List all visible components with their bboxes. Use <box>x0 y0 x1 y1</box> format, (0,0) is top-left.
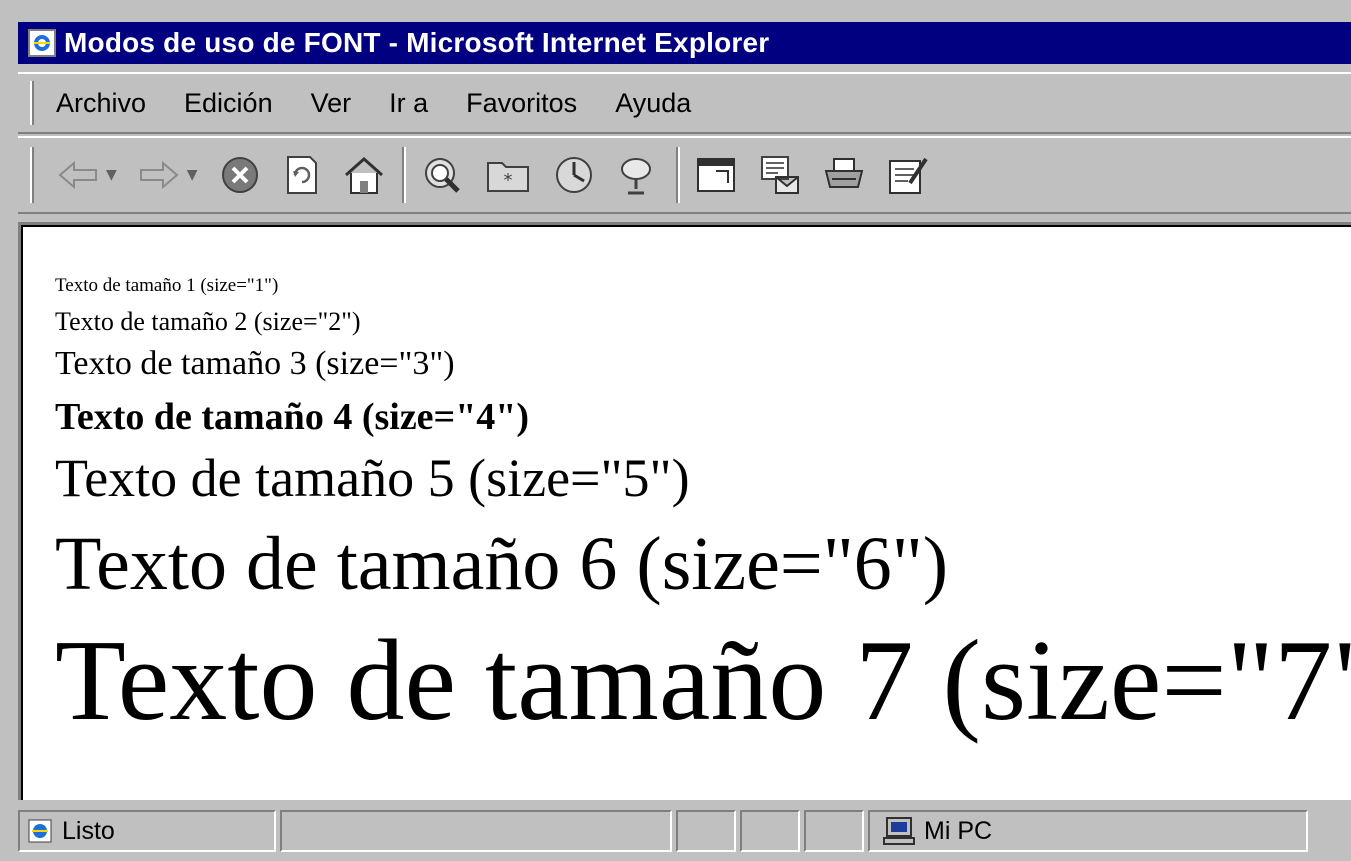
document-view[interactable]: Texto de tamaño 1 (size="1") Texto de ta… <box>18 222 1351 800</box>
favorites-button[interactable]: * <box>480 144 536 206</box>
title-bar[interactable]: Modos de uso de FONT - Microsoft Interne… <box>18 22 1351 64</box>
menu-favoritos[interactable]: Favoritos <box>462 84 581 123</box>
security-zone-panel[interactable]: Mi PC <box>868 810 1308 852</box>
edit-icon <box>888 157 928 194</box>
font-size-7-text: Texto de tamaño 7 (size="7") <box>55 617 1351 745</box>
search-button[interactable] <box>416 144 468 206</box>
mail-icon <box>760 156 799 194</box>
menu-edicion[interactable]: Edición <box>180 84 277 123</box>
svg-text:*: * <box>503 170 512 191</box>
channels-button[interactable] <box>612 144 664 206</box>
history-icon <box>555 157 592 193</box>
toolbar-separator <box>675 147 680 203</box>
stop-button[interactable] <box>214 144 266 206</box>
favorites-folder-icon: * <box>486 162 529 192</box>
search-icon <box>424 158 460 193</box>
forward-dropdown-icon[interactable]: ▼ <box>187 167 198 183</box>
window-title: Modos de uso de FONT - Microsoft Interne… <box>64 27 770 58</box>
fullscreen-button[interactable] <box>690 144 742 206</box>
forward-arrow-icon <box>139 160 179 190</box>
toolbar-separator <box>401 147 406 203</box>
progress-panel <box>280 810 672 852</box>
status-panel-empty <box>676 810 736 852</box>
refresh-icon <box>286 156 317 194</box>
back-dropdown-icon[interactable]: ▼ <box>106 167 117 183</box>
menu-ver[interactable]: Ver <box>307 84 356 123</box>
standard-toolbar: ▼ ▼ * <box>18 136 1351 214</box>
back-button[interactable]: ▼ <box>52 144 121 206</box>
font-size-4-text: Texto de tamaño 4 (size="4") <box>55 396 530 438</box>
status-text-panel: Listo <box>18 810 276 852</box>
font-size-2-text: Texto de tamaño 2 (size="2") <box>55 307 361 336</box>
history-button[interactable] <box>548 144 600 206</box>
menu-bar: Archivo Edición Ver Ir a Favoritos Ayuda <box>18 72 1351 134</box>
font-size-1-text: Texto de tamaño 1 (size="1") <box>55 275 279 296</box>
fullscreen-icon <box>696 158 735 192</box>
toolbar-grip[interactable] <box>30 147 34 203</box>
zone-text: Mi PC <box>924 816 993 845</box>
status-panel-empty <box>740 810 800 852</box>
menu-archivo[interactable]: Archivo <box>52 84 150 123</box>
forward-button[interactable]: ▼ <box>133 144 202 206</box>
channels-icon <box>620 158 651 195</box>
page-status-icon <box>28 819 52 843</box>
back-arrow-icon <box>58 160 97 190</box>
menu-ayuda[interactable]: Ayuda <box>611 84 695 123</box>
status-panel-empty <box>804 810 864 852</box>
status-text: Listo <box>62 816 115 845</box>
ie-logo-icon <box>34 35 50 51</box>
browser-window: Modos de uso de FONT - Microsoft Interne… <box>0 0 1351 861</box>
font-size-5-text: Texto de tamaño 5 (size="5") <box>55 448 690 508</box>
font-size-3-text: Texto de tamaño 3 (size="3") <box>55 345 455 382</box>
status-bar: Listo Mi PC <box>18 806 1351 856</box>
home-button[interactable] <box>338 144 390 206</box>
menu-ir-a[interactable]: Ir a <box>385 84 432 123</box>
print-icon <box>824 158 863 188</box>
refresh-button[interactable] <box>278 144 326 206</box>
document-body: Texto de tamaño 1 (size="1") Texto de ta… <box>21 225 1351 800</box>
edit-button[interactable] <box>882 144 934 206</box>
home-icon <box>344 156 383 194</box>
print-button[interactable] <box>818 144 870 206</box>
menubar-grip[interactable] <box>30 81 34 125</box>
ie-app-icon[interactable] <box>28 29 56 57</box>
my-computer-icon <box>883 817 915 845</box>
font-size-6-text: Texto de tamaño 6 (size="6") <box>55 522 949 606</box>
stop-icon <box>221 157 258 193</box>
mail-button[interactable] <box>754 144 806 206</box>
